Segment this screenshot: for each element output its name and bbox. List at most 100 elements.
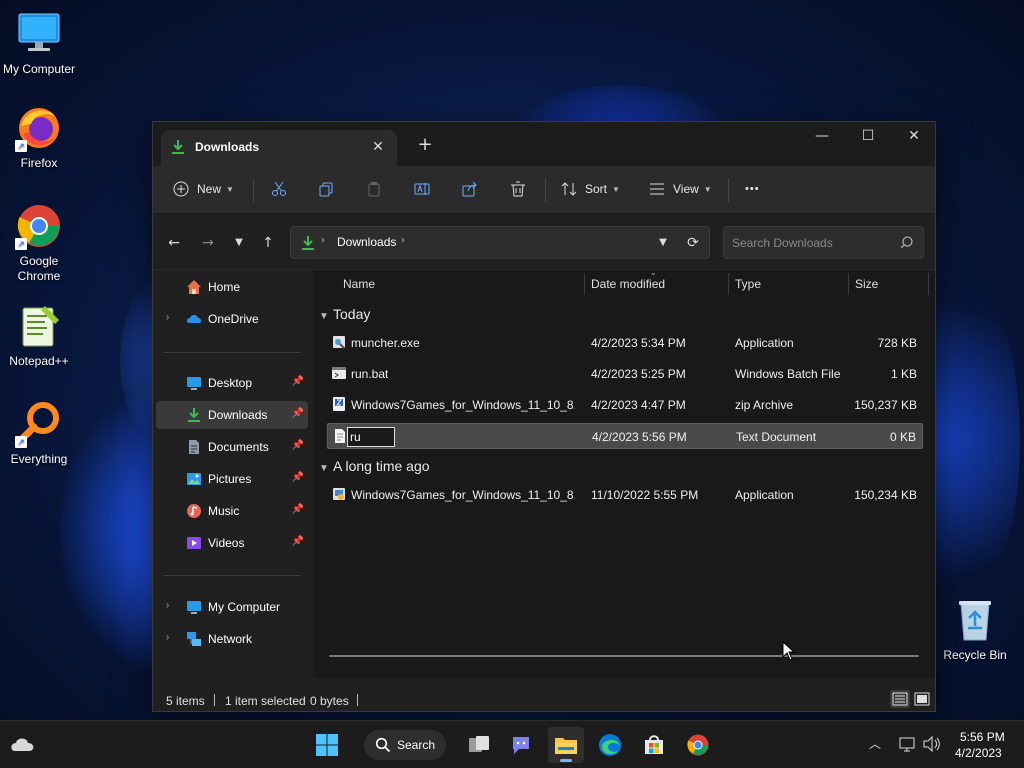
sidebar-item-label: Music bbox=[208, 504, 240, 518]
view-button[interactable]: View ▼ bbox=[649, 174, 712, 204]
show-hidden-icons-button[interactable]: ︿ bbox=[869, 735, 881, 752]
new-tab-button[interactable]: + bbox=[413, 134, 437, 158]
tiles-view-icon bbox=[914, 692, 930, 706]
more-options-button[interactable]: ••• bbox=[745, 174, 760, 204]
address-bar[interactable]: › Downloads › ▼ ⟳ bbox=[290, 226, 710, 259]
search-input[interactable] bbox=[732, 234, 892, 252]
file-date: 4/2/2023 5:56 PM bbox=[592, 430, 687, 444]
column-date-modified[interactable]: Date modified bbox=[591, 277, 665, 291]
table-row[interactable]: Windows7Games_for_Windows_11_10_8.... 11/… bbox=[327, 482, 923, 508]
rename-input[interactable] bbox=[347, 427, 395, 447]
close-tab-button[interactable]: ✕ bbox=[367, 136, 389, 158]
pin-icon: 📌 bbox=[291, 504, 304, 515]
pin-icon: 📌 bbox=[291, 440, 304, 451]
task-view-button[interactable] bbox=[461, 727, 497, 763]
chevron-right-icon[interactable]: › bbox=[401, 235, 405, 246]
group-header-today[interactable]: ▼ Today bbox=[319, 306, 370, 322]
desktop-icon-recycle-bin[interactable]: Recycle Bin bbox=[936, 596, 1014, 663]
new-button[interactable]: New ▼ bbox=[173, 174, 234, 204]
clock-time[interactable]: 5:56 PM bbox=[960, 730, 1005, 744]
chrome-taskbar-button[interactable] bbox=[680, 727, 716, 763]
status-item-count: 5 items bbox=[166, 694, 205, 708]
share-button[interactable] bbox=[462, 174, 478, 204]
forward-button[interactable]: → bbox=[197, 232, 219, 254]
mouse-cursor-icon bbox=[782, 641, 796, 661]
taskbar-search-button[interactable]: Search bbox=[364, 730, 446, 760]
address-history-button[interactable]: ▼ bbox=[653, 233, 673, 253]
column-divider[interactable] bbox=[848, 273, 849, 295]
clock-date[interactable]: 4/2/2023 bbox=[955, 746, 1002, 760]
tab-downloads[interactable]: Downloads ✕ bbox=[161, 130, 397, 166]
file-explorer-taskbar-button[interactable] bbox=[548, 727, 584, 763]
sidebar-item-documents[interactable]: Documents 📌 bbox=[156, 433, 308, 461]
horizontal-scrollbar[interactable] bbox=[329, 655, 919, 657]
installer-icon bbox=[331, 486, 347, 502]
chevron-right-icon[interactable]: › bbox=[166, 600, 169, 611]
file-type: Application bbox=[735, 336, 794, 350]
desktop-icon-firefox[interactable]: ↗ Firefox bbox=[0, 104, 78, 171]
chevron-right-icon[interactable]: › bbox=[166, 632, 169, 643]
weather-widget[interactable] bbox=[10, 733, 36, 760]
sidebar-item-downloads[interactable]: Downloads 📌 bbox=[156, 401, 308, 429]
table-row[interactable]: muncher.exe 4/2/2023 5:34 PM Application 72… bbox=[327, 330, 923, 356]
sidebar-item-pictures[interactable]: Pictures 📌 bbox=[156, 465, 308, 493]
download-icon bbox=[172, 140, 184, 154]
zip-icon bbox=[331, 396, 347, 412]
table-row[interactable]: Windows7Games_for_Windows_11_10_8.... 4/2… bbox=[327, 392, 923, 418]
maximize-button[interactable]: ☐ bbox=[845, 122, 891, 152]
sort-button[interactable]: Sort ▼ bbox=[561, 174, 620, 204]
column-size[interactable]: Size bbox=[855, 277, 878, 291]
sidebar-item-label: Desktop bbox=[208, 376, 253, 390]
up-button[interactable]: ↑ bbox=[257, 232, 279, 254]
desktop-icon-label: Google Chrome bbox=[17, 254, 61, 283]
sidebar-divider bbox=[163, 352, 301, 353]
column-type[interactable]: Type bbox=[735, 277, 761, 291]
column-name[interactable]: Name bbox=[343, 277, 375, 291]
tab-title: Downloads bbox=[195, 140, 260, 154]
rename-button[interactable] bbox=[414, 174, 430, 204]
store-button[interactable] bbox=[636, 727, 672, 763]
tiles-view-button[interactable] bbox=[912, 690, 932, 708]
chevron-right-icon[interactable]: › bbox=[166, 312, 169, 323]
search-box[interactable] bbox=[723, 226, 924, 259]
breadcrumb-downloads[interactable]: Downloads bbox=[337, 235, 396, 249]
status-divider bbox=[214, 694, 215, 706]
close-window-button[interactable]: ✕ bbox=[891, 122, 937, 152]
minimize-button[interactable]: — bbox=[799, 122, 845, 152]
chevron-down-icon: ▼ bbox=[319, 463, 329, 474]
file-name: Windows7Games_for_Windows_11_10_8.... bbox=[351, 398, 575, 412]
column-divider[interactable] bbox=[928, 273, 929, 295]
sidebar-item-home[interactable]: Home bbox=[156, 273, 308, 301]
network-status-icon[interactable] bbox=[899, 736, 917, 752]
teams-chat-button[interactable] bbox=[503, 727, 539, 763]
sidebar-item-network[interactable]: › Network bbox=[156, 625, 308, 653]
desktop-icon-everything[interactable]: ↗ Everything bbox=[0, 400, 78, 467]
recent-locations-button[interactable]: ▼ bbox=[228, 232, 250, 254]
document-icon bbox=[189, 440, 199, 454]
copy-button[interactable] bbox=[318, 174, 334, 204]
sidebar-item-onedrive[interactable]: › OneDrive bbox=[156, 305, 308, 333]
sidebar-item-my-computer[interactable]: › My Computer bbox=[156, 593, 308, 621]
scissors-icon bbox=[272, 181, 286, 196]
desktop-icon-notepadpp[interactable]: Notepad++ bbox=[0, 302, 78, 369]
sidebar-item-videos[interactable]: Videos 📌 bbox=[156, 529, 308, 557]
table-row[interactable]: 4/2/2023 5:56 PM Text Document 0 KB bbox=[327, 423, 923, 449]
desktop-icon-my-computer[interactable]: My Computer bbox=[0, 10, 78, 77]
column-divider[interactable] bbox=[728, 273, 729, 295]
back-button[interactable]: ← bbox=[163, 232, 185, 254]
table-row[interactable]: run.bat 4/2/2023 5:25 PM Windows Batch Fil… bbox=[327, 361, 923, 387]
sidebar-item-music[interactable]: Music 📌 bbox=[156, 497, 308, 525]
edge-button[interactable] bbox=[592, 727, 628, 763]
volume-icon[interactable] bbox=[923, 736, 941, 752]
paste-button[interactable] bbox=[366, 174, 382, 204]
details-view-button[interactable] bbox=[890, 690, 910, 708]
sidebar-item-desktop[interactable]: Desktop 📌 bbox=[156, 369, 308, 397]
desktop-icon-chrome[interactable]: ↗ Google Chrome bbox=[0, 202, 78, 284]
delete-button[interactable] bbox=[510, 174, 526, 204]
start-button[interactable] bbox=[309, 727, 345, 763]
refresh-button[interactable]: ⟳ bbox=[683, 233, 703, 253]
sort-indicator-icon: ⌄ bbox=[650, 268, 657, 277]
group-header-long-ago[interactable]: ▼ A long time ago bbox=[319, 458, 430, 474]
column-divider[interactable] bbox=[584, 273, 585, 295]
cut-button[interactable] bbox=[271, 174, 287, 204]
